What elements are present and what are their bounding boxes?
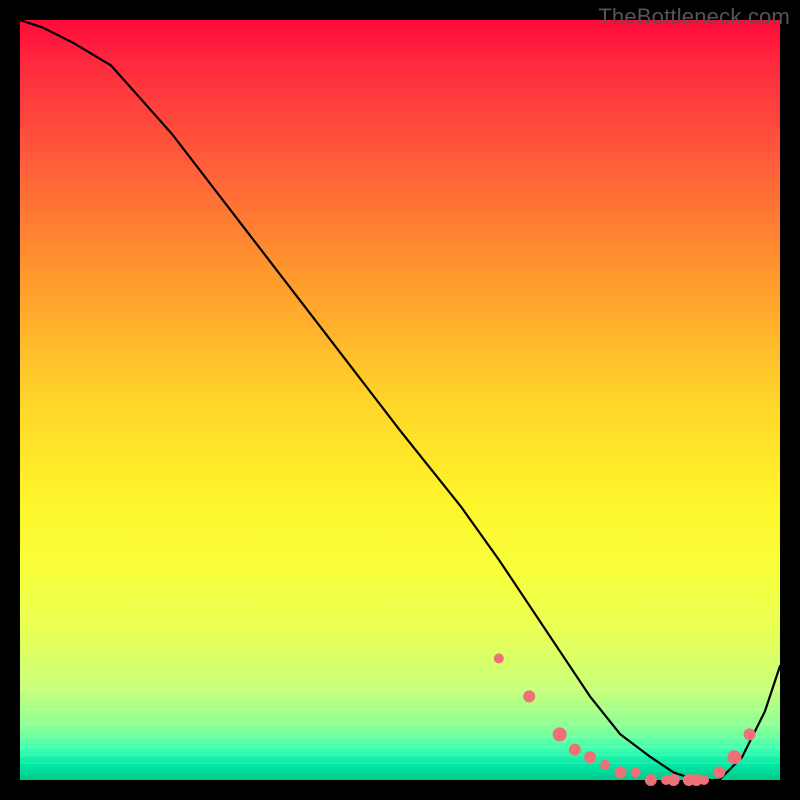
valley-marker (614, 766, 626, 778)
plot-area (20, 20, 780, 780)
valley-marker (494, 653, 504, 663)
bottleneck-curve (20, 20, 780, 780)
valley-markers (494, 653, 756, 786)
valley-marker (631, 767, 641, 777)
valley-marker (668, 774, 680, 786)
valley-marker (727, 750, 741, 764)
watermark-text: TheBottleneck.com (598, 4, 790, 30)
chart-frame: TheBottleneck.com (0, 0, 800, 800)
valley-marker (713, 766, 725, 778)
valley-marker (553, 727, 567, 741)
valley-marker (744, 728, 756, 740)
valley-marker (584, 751, 596, 763)
valley-marker (569, 744, 581, 756)
curve-svg (20, 20, 780, 780)
valley-marker (645, 774, 657, 786)
valley-marker (699, 775, 709, 785)
valley-marker (600, 760, 610, 770)
valley-marker (523, 690, 535, 702)
